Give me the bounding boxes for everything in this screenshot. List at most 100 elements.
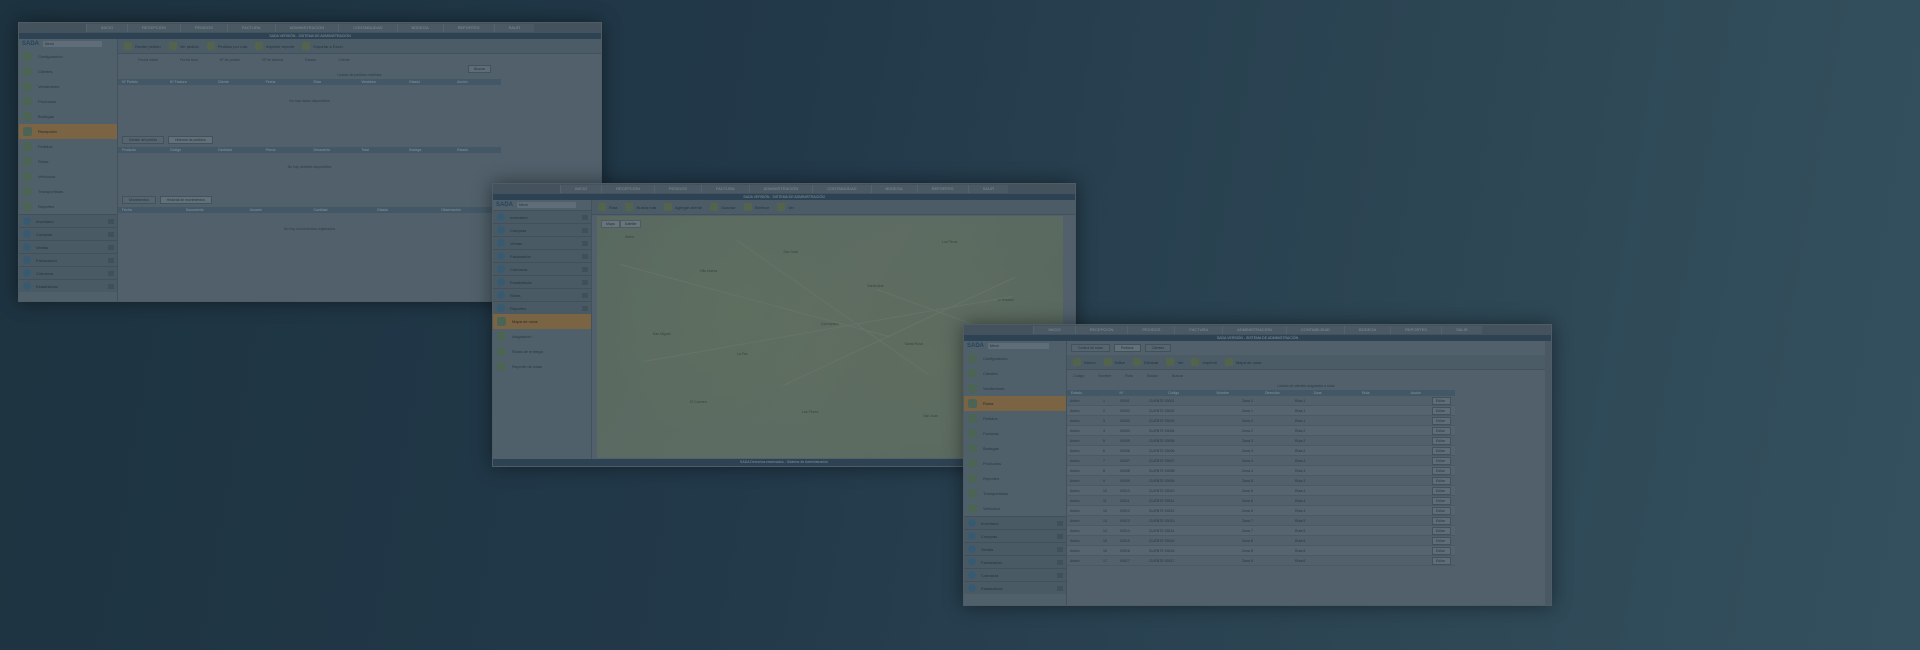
- sidebar-item[interactable]: Recepción: [19, 124, 117, 139]
- toolbar-button[interactable]: Ver: [1166, 358, 1183, 366]
- column-header[interactable]: Precio: [262, 147, 310, 153]
- toolbar-button[interactable]: Nueva ruta: [625, 203, 656, 211]
- sidebar-item[interactable]: Clientes: [19, 64, 117, 79]
- sidebar-item[interactable]: Clientes: [964, 366, 1066, 381]
- row-edit-button[interactable]: Editar: [1431, 396, 1451, 405]
- expand-toggle-icon[interactable]: [582, 253, 588, 259]
- column-header[interactable]: Estado: [453, 147, 501, 153]
- sidebar-group[interactable]: Ventas: [493, 236, 591, 249]
- nav-item-3[interactable]: FACTURA: [1174, 326, 1223, 334]
- sidebar-group[interactable]: Cobranza: [493, 262, 591, 275]
- table-row[interactable]: Activo 7 00007 CLIENTE 00007 Zona 4 Ruta 3 Edi…: [1067, 456, 1455, 466]
- table-row[interactable]: Activo 11 00011 CLIENTE 00011 Zona 6 Ruta 4 Ed…: [1067, 496, 1455, 506]
- menu-select[interactable]: Menú: [43, 41, 103, 47]
- column-header[interactable]: Documento: [182, 207, 246, 213]
- expand-toggle-icon[interactable]: [582, 305, 588, 311]
- row-edit-button[interactable]: Editar: [1431, 476, 1451, 485]
- toolbar-button[interactable]: Mapa de rutas: [1224, 358, 1262, 366]
- sidebar-group[interactable]: Ventas: [19, 240, 117, 253]
- filter-field[interactable]: Nº de pedido: [220, 58, 241, 62]
- table-row[interactable]: Activo 3 00003 CLIENTE 00003 Zona 2 Ruta 1 Edi…: [1067, 416, 1455, 426]
- nav-item-6[interactable]: BODEGA: [1344, 326, 1391, 334]
- nav-item-6[interactable]: BODEGA: [396, 24, 443, 32]
- tab[interactable]: Pedidos: [1113, 344, 1141, 352]
- column-header[interactable]: Zona: [1310, 390, 1359, 396]
- row-edit-button[interactable]: Editar: [1431, 466, 1451, 475]
- toolbar-button[interactable]: Imprimir: [1191, 358, 1217, 366]
- sidebar-item[interactable]: Pedidos: [964, 411, 1066, 426]
- row-edit-button[interactable]: Editar: [1431, 486, 1451, 495]
- nav-item-8[interactable]: SALIR: [493, 24, 535, 32]
- filter-field[interactable]: Fecha inicial: [138, 58, 158, 62]
- sidebar-group[interactable]: Facturación: [493, 249, 591, 262]
- column-header[interactable]: Acción: [453, 79, 501, 85]
- toolbar-button[interactable]: Recibir pedido: [124, 42, 161, 50]
- table-row[interactable]: Activo 1 00001 CLIENTE 00001 Zona 1 Ruta 1 Edi…: [1067, 396, 1455, 406]
- nav-item-1[interactable]: RECEPCIÓN: [1074, 326, 1128, 334]
- column-header[interactable]: Cantidad: [309, 207, 373, 213]
- toolbar-button[interactable]: Ver pedido: [168, 42, 199, 50]
- expand-toggle-icon[interactable]: [1057, 559, 1063, 565]
- sidebar-item[interactable]: Vehículos: [19, 169, 117, 184]
- sidebar-group[interactable]: Estadísticas: [964, 581, 1066, 594]
- column-header[interactable]: Descuento: [310, 147, 358, 153]
- nav-item-4[interactable]: ADMINISTRACIÓN: [1222, 326, 1286, 334]
- sidebar-group[interactable]: Estadísticas: [19, 279, 117, 292]
- column-header[interactable]: Dirección: [1261, 390, 1310, 396]
- nav-item-2[interactable]: PEDIDOS: [179, 24, 227, 32]
- sidebar-item[interactable]: Asignación: [493, 329, 591, 344]
- menu-select[interactable]: Menú: [988, 343, 1050, 349]
- nav-item-0[interactable]: INICIO: [1033, 326, 1075, 334]
- expand-toggle-icon[interactable]: [1057, 533, 1063, 539]
- column-header[interactable]: Vendedor: [357, 79, 405, 85]
- map-type-map[interactable]: Mapa: [601, 220, 620, 228]
- toolbar-button[interactable]: Eliminar: [743, 203, 769, 211]
- sidebar-group[interactable]: Inventario: [964, 516, 1066, 529]
- column-header[interactable]: Cantidad: [214, 147, 262, 153]
- column-header[interactable]: Total: [357, 147, 405, 153]
- table-row[interactable]: Activo 15 00015 CLIENTE 00015 Zona 8 Ruta 5 Ed…: [1067, 536, 1455, 546]
- sidebar-item[interactable]: Pedidos: [19, 139, 117, 154]
- filter-field[interactable]: Fecha final: [180, 58, 198, 62]
- nav-item-5[interactable]: CONTABILIDAD: [812, 185, 871, 193]
- expand-toggle-icon[interactable]: [582, 266, 588, 272]
- toolbar-button[interactable]: Pedidos por ruta: [206, 42, 247, 50]
- sidebar-item[interactable]: Facturas: [964, 426, 1066, 441]
- filter-field[interactable]: Cliente: [338, 58, 349, 62]
- row-edit-button[interactable]: Editar: [1431, 506, 1451, 515]
- column-header[interactable]: Estado: [405, 79, 453, 85]
- table-row[interactable]: Activo 12 00012 CLIENTE 00012 Zona 6 Ruta 4 Ed…: [1067, 506, 1455, 516]
- row-edit-button[interactable]: Editar: [1431, 496, 1451, 505]
- column-header[interactable]: Cliente: [214, 79, 262, 85]
- toolbar-button[interactable]: Agregar cliente: [664, 203, 702, 211]
- map-type-satellite[interactable]: Satélite: [619, 220, 642, 228]
- sidebar-group[interactable]: Compras: [964, 529, 1066, 542]
- table-row[interactable]: Activo 6 00006 CLIENTE 00006 Zona 3 Ruta 2 Edi…: [1067, 446, 1455, 456]
- expand-toggle-icon[interactable]: [108, 270, 114, 276]
- row-edit-button[interactable]: Editar: [1431, 436, 1451, 445]
- sidebar-item[interactable]: Transportistas: [19, 184, 117, 199]
- nav-item-1[interactable]: RECEPCIÓN: [601, 185, 654, 193]
- nav-item-1[interactable]: RECEPCIÓN: [127, 24, 180, 32]
- nav-item-2[interactable]: PEDIDOS: [653, 185, 701, 193]
- column-header[interactable]: Fecha: [262, 79, 310, 85]
- sidebar-group[interactable]: Rutas: [493, 288, 591, 301]
- column-header[interactable]: Acción: [1407, 390, 1456, 396]
- expand-toggle-icon[interactable]: [582, 292, 588, 298]
- column-header[interactable]: Código: [1164, 390, 1213, 396]
- nav-item-3[interactable]: FACTURA: [700, 185, 749, 193]
- expand-toggle-icon[interactable]: [108, 257, 114, 263]
- sidebar-item[interactable]: Vendedores: [964, 381, 1066, 396]
- expand-toggle-icon[interactable]: [108, 218, 114, 224]
- toolbar-button[interactable]: Imprimir reporte: [255, 42, 294, 50]
- nav-item-8[interactable]: SALIR: [967, 185, 1009, 193]
- row-edit-button[interactable]: Editar: [1431, 516, 1451, 525]
- toolbar-button[interactable]: Exportar a Excel: [302, 42, 343, 50]
- sidebar-group[interactable]: Facturación: [19, 253, 117, 266]
- column-header[interactable]: Fecha: [118, 207, 182, 213]
- sidebar-item[interactable]: Vendedores: [19, 79, 117, 94]
- scrollbar[interactable]: [1545, 341, 1551, 605]
- tab[interactable]: Historial de movimientos: [159, 196, 212, 204]
- sidebar-group[interactable]: Cobranza: [964, 568, 1066, 581]
- table-row[interactable]: Activo 13 00013 CLIENTE 00013 Zona 7 Ruta 5 Ed…: [1067, 516, 1455, 526]
